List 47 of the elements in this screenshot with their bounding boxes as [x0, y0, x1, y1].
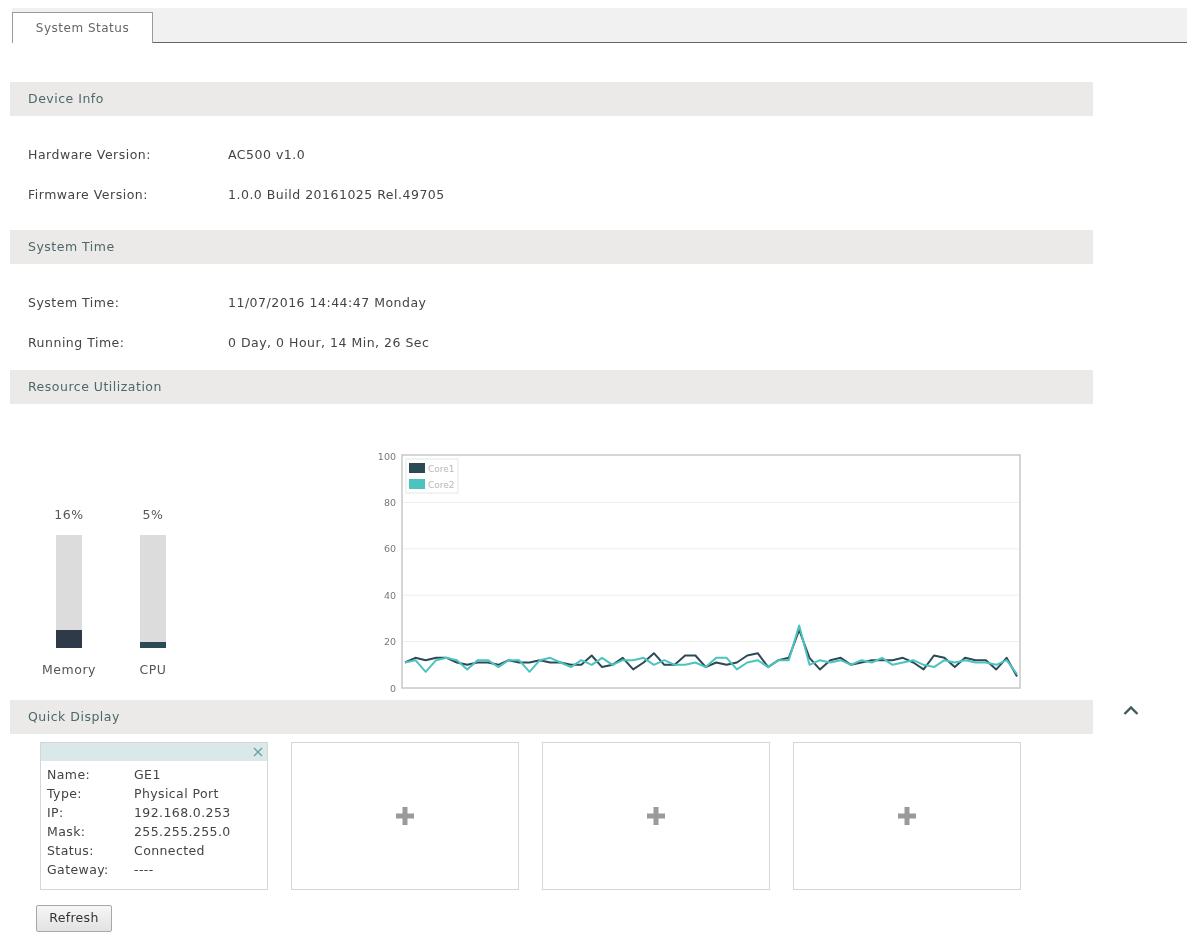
- info-label: Hardware Version:: [28, 145, 152, 164]
- info-value: AC500 v1.0: [228, 145, 306, 164]
- field-label: Name:: [47, 766, 92, 785]
- empty-slot-card[interactable]: [291, 742, 519, 890]
- field-value: ----: [134, 861, 154, 880]
- y-tick-label: 0: [389, 682, 396, 694]
- field-value: 255.255.255.0: [134, 823, 231, 842]
- field-value: Physical Port: [134, 785, 219, 804]
- y-tick-label: 100: [377, 450, 396, 462]
- info-label: System Time:: [28, 293, 121, 312]
- close-icon[interactable]: [253, 747, 263, 757]
- y-tick-label: 80: [383, 496, 396, 508]
- plus-icon[interactable]: [395, 806, 415, 826]
- field-label: IP:: [47, 804, 65, 823]
- field-value: Connected: [134, 842, 205, 861]
- section-header: Device Info: [10, 82, 1093, 116]
- plus-icon[interactable]: [897, 806, 917, 826]
- y-tick-label: 40: [383, 589, 396, 601]
- legend-label: Core1: [428, 464, 455, 474]
- legend-label: Core2: [428, 480, 455, 490]
- section-header: Resource Utilization: [10, 370, 1093, 404]
- empty-slot-card[interactable]: [793, 742, 1021, 890]
- info-label: Running Time:: [28, 333, 126, 352]
- caret-up-icon[interactable]: [1123, 705, 1139, 715]
- usage-percent: 16%: [54, 508, 84, 522]
- tab[interactable]: System Status: [12, 12, 153, 43]
- info-value: 11/07/2016 14:44:47 Monday: [228, 293, 427, 312]
- field-label: Mask:: [47, 823, 87, 842]
- field-label: Type:: [47, 785, 83, 804]
- usage-percent: 5%: [142, 508, 164, 522]
- meter-label: Memory: [42, 663, 96, 677]
- meter-label: CPU: [139, 663, 167, 677]
- info-value: 0 Day, 0 Hour, 14 Min, 26 Sec: [228, 333, 430, 352]
- empty-slot-card[interactable]: [542, 742, 770, 890]
- field-value: 192.168.0.253: [134, 804, 231, 823]
- refresh-button[interactable]: Refresh: [36, 905, 112, 932]
- info-label: Firmware Version:: [28, 185, 149, 204]
- section-header: System Time: [10, 230, 1093, 264]
- plus-icon[interactable]: [646, 806, 666, 826]
- y-tick-label: 20: [383, 636, 396, 648]
- field-label: Gateway:: [47, 861, 110, 880]
- section-header: Quick Display: [10, 700, 1093, 734]
- legend-panel: [405, 458, 459, 494]
- field-label: Status:: [47, 842, 95, 861]
- field-value: GE1: [134, 766, 161, 785]
- y-tick-label: 60: [383, 543, 396, 555]
- info-value: 1.0.0 Build 20161025 Rel.49705: [228, 185, 445, 204]
